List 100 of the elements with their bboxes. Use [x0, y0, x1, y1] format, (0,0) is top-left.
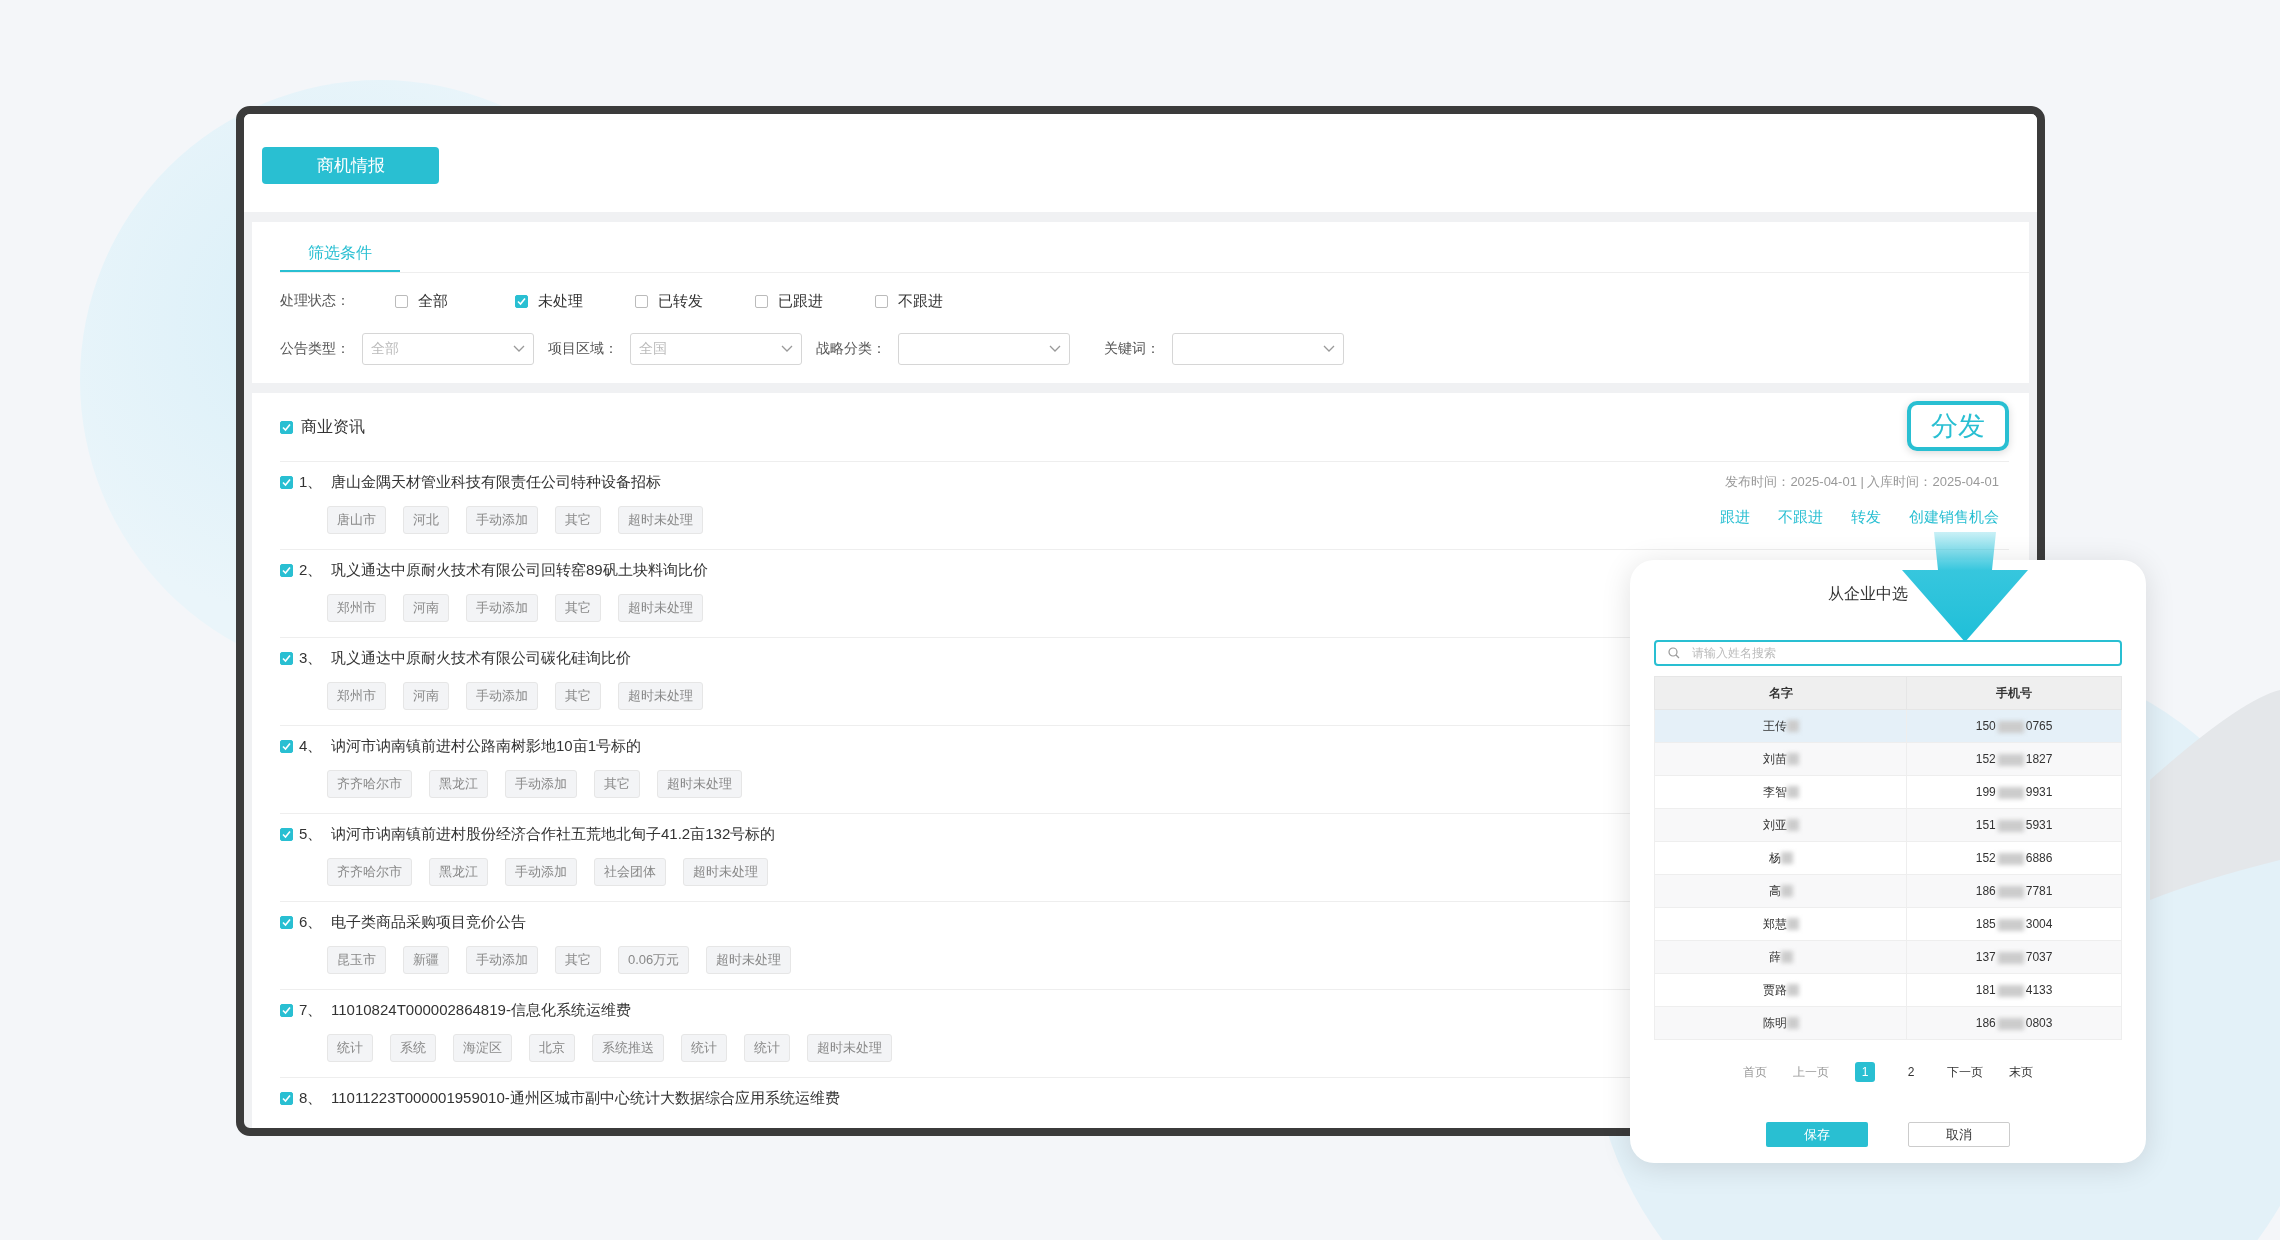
table-cell[interactable]: 152 6886: [1906, 841, 2122, 875]
blur-mask: [1997, 753, 2024, 766]
search-field[interactable]: 请输入姓名搜索: [1654, 640, 2122, 666]
chevron-down-icon: [781, 345, 793, 353]
blur-mask: [1997, 885, 2024, 898]
chevron-down-icon: [1323, 345, 1335, 353]
blur-mask: [1786, 918, 1799, 931]
blur-mask: [1786, 786, 1799, 799]
table-cell[interactable]: 151 5931: [1906, 808, 2122, 842]
tag: 齐齐哈尔市: [327, 770, 412, 798]
table-cell[interactable]: 陈明: [1654, 1006, 1907, 1040]
item-title[interactable]: 11011223T000001959010-通州区城市副中心统计大数据综合应用系统运维费: [331, 1088, 840, 1108]
table-cell[interactable]: 181 4133: [1906, 973, 2122, 1007]
table-cell[interactable]: 高: [1654, 874, 1907, 908]
tag: 超时未处理: [683, 858, 768, 886]
tag: 超时未处理: [706, 946, 792, 974]
checkbox[interactable]: [280, 475, 293, 489]
dropdown[interactable]: [898, 333, 1070, 365]
tag: 唐山市: [327, 506, 386, 534]
tag: 统计: [681, 1034, 727, 1062]
table-cell[interactable]: 150 0765: [1906, 709, 2122, 743]
table-cell[interactable]: 王传: [1654, 709, 1907, 743]
tag: 齐齐哈尔市: [327, 858, 412, 886]
tag: 统计: [327, 1034, 373, 1062]
table-cell[interactable]: 李智: [1654, 775, 1907, 809]
tag: 系统: [390, 1034, 436, 1062]
item-title[interactable]: 电子类商品采购项目竞价公告: [331, 912, 526, 932]
dialog-title: 从企业中选: [1828, 585, 1908, 602]
page-button[interactable]: 2: [1901, 1062, 1921, 1082]
tag: 北京: [529, 1034, 575, 1062]
blur-mask: [1780, 885, 1793, 898]
checkbox-label: 不跟进: [898, 291, 943, 311]
table-cell[interactable]: 186 0803: [1906, 1006, 2122, 1040]
tag: 超时未处理: [657, 770, 742, 798]
checkbox[interactable]: [280, 1091, 293, 1105]
checkbox[interactable]: [395, 294, 408, 308]
checkbox[interactable]: [875, 294, 888, 308]
checkbox[interactable]: [280, 827, 293, 841]
table-cell[interactable]: 199 9931: [1906, 775, 2122, 809]
table-cell[interactable]: 137 7037: [1906, 940, 2122, 974]
table-cell[interactable]: 刘苗: [1654, 742, 1907, 776]
table-cell[interactable]: 152 1827: [1906, 742, 2122, 776]
tag: 黑龙江: [429, 858, 488, 886]
table-cell[interactable]: 贾路: [1654, 973, 1907, 1007]
tag: 郑州市: [327, 594, 386, 622]
item-number: 5、: [299, 824, 323, 844]
chevron-down-icon: [1049, 345, 1061, 353]
checkbox[interactable]: [280, 420, 293, 434]
blur-mask: [1786, 984, 1799, 997]
item-title[interactable]: 讷河市讷南镇前进村股份经济合作社五荒地北甸子41.2亩132号标的: [331, 824, 776, 844]
item-number: 6、: [299, 912, 323, 932]
checkbox[interactable]: [280, 1003, 293, 1017]
blur-mask: [1997, 1017, 2024, 1030]
checkbox[interactable]: [755, 294, 768, 308]
checkbox-label: 未处理: [538, 291, 583, 311]
checkbox-label: 全部: [418, 291, 448, 311]
checkbox[interactable]: [635, 294, 648, 308]
item-title[interactable]: 巩义通达中原耐火技术有限公司回转窑89矾土块料询比价: [331, 560, 708, 580]
checkbox[interactable]: [280, 739, 293, 753]
blur-mask: [1997, 951, 2024, 964]
page-link[interactable]: 下一页: [1947, 1063, 1983, 1081]
table-cell[interactable]: 薛: [1654, 940, 1907, 974]
tag: 社会团体: [594, 858, 666, 886]
item-number: 1、: [299, 472, 323, 492]
blur-mask: [1997, 984, 2024, 997]
dropdown[interactable]: [1172, 333, 1344, 365]
table-cell[interactable]: 185 3004: [1906, 907, 2122, 941]
item-title[interactable]: 讷河市讷南镇前进村公路南树影地10亩1号标的: [331, 736, 642, 756]
checkbox[interactable]: [280, 651, 293, 665]
blur-mask: [1997, 819, 2024, 832]
table-cell[interactable]: 郑慧: [1654, 907, 1907, 941]
filter-label: 战略分类：: [816, 340, 886, 358]
checkbox[interactable]: [280, 915, 293, 929]
item-title[interactable]: 唐山金隅天材管业科技有限责任公司特种设备招标: [331, 472, 661, 492]
item-title[interactable]: 巩义通达中原耐火技术有限公司碳化硅询比价: [331, 648, 631, 668]
item-number: 8、: [299, 1088, 323, 1108]
tag: 其它: [555, 506, 601, 534]
blur-mask: [1786, 720, 1799, 733]
cancel-button[interactable]: 取消: [1908, 1122, 2010, 1147]
tag: 郑州市: [327, 682, 386, 710]
tag: 统计: [744, 1034, 790, 1062]
checkbox-label: 已转发: [658, 291, 703, 311]
page-link[interactable]: 末页: [2009, 1063, 2033, 1081]
table-cell[interactable]: 刘亚: [1654, 808, 1907, 842]
column-header: 手机号: [1906, 676, 2122, 710]
blur-mask: [1780, 951, 1793, 964]
blur-mask: [1786, 753, 1799, 766]
item-title[interactable]: 11010824T000002864819-信息化系统运维费: [331, 1000, 631, 1020]
tag: 黑龙江: [429, 770, 488, 798]
table-cell[interactable]: 杨: [1654, 841, 1907, 875]
blur-mask: [1997, 852, 2024, 865]
tag: 其它: [594, 770, 640, 798]
tag: 其它: [555, 682, 601, 710]
checkbox[interactable]: [515, 294, 528, 308]
tag: 手动添加: [466, 946, 538, 974]
chevron-down-icon: [513, 345, 525, 353]
blur-mask: [1997, 786, 2024, 799]
checkbox[interactable]: [280, 563, 293, 577]
table-cell[interactable]: 186 7781: [1906, 874, 2122, 908]
tag: 河南: [403, 594, 449, 622]
